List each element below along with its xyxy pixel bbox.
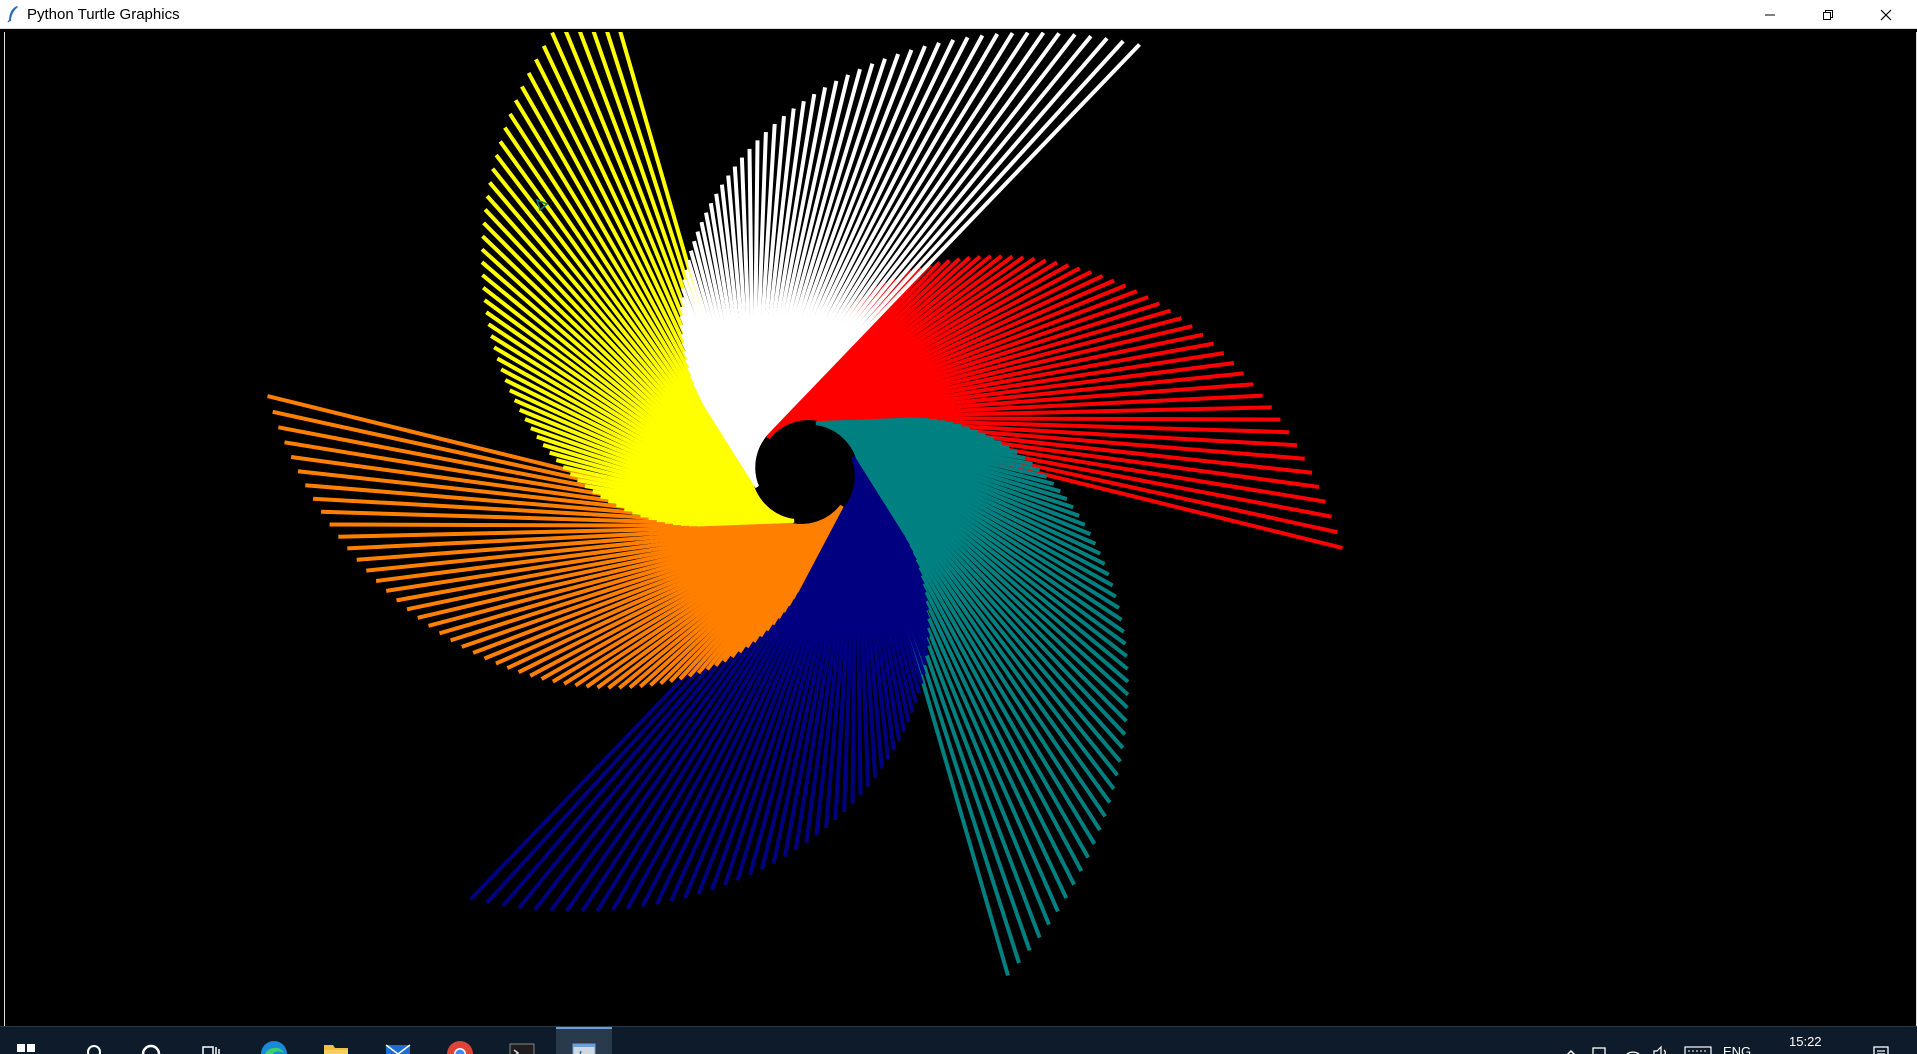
wifi-icon: [1626, 1051, 1640, 1054]
python-turtle-app-icon: [572, 1043, 596, 1054]
restore-icon: [1823, 9, 1833, 20]
chrome-taskbar-button[interactable]: [438, 1027, 482, 1054]
action-center-button[interactable]: [1866, 1027, 1896, 1054]
network-tray-button[interactable]: [1588, 1027, 1610, 1054]
search-icon: [87, 1045, 101, 1054]
edge-browser-icon: [261, 1041, 287, 1054]
wifi-tray-button[interactable]: [1622, 1027, 1644, 1054]
touch-keyboard-button[interactable]: [1682, 1027, 1714, 1054]
close-icon: [1880, 9, 1892, 20]
edge-taskbar-button[interactable]: [252, 1027, 296, 1054]
chevron-up-icon: [1566, 1049, 1576, 1054]
volume-icon: [1653, 1045, 1666, 1054]
task-view-button[interactable]: [191, 1027, 231, 1054]
file-explorer-icon: [324, 1045, 348, 1054]
turtle-canvas-area[interactable]: [4, 32, 1917, 1026]
turtle-drawing: [5, 32, 1916, 1026]
minimize-button[interactable]: [1741, 0, 1799, 29]
title-bar[interactable]: Python Turtle Graphics: [0, 0, 1917, 29]
windows-start-icon: [17, 1044, 35, 1052]
keyboard-icon: [1684, 1046, 1712, 1054]
search-button[interactable]: [74, 1027, 114, 1054]
minimize-icon: [1765, 14, 1775, 15]
close-button[interactable]: [1857, 0, 1915, 29]
start-button[interactable]: [0, 1027, 52, 1054]
python-feather-icon: [7, 6, 18, 23]
notifications-icon: [1873, 1046, 1889, 1054]
python-turtle-taskbar-button[interactable]: [556, 1027, 612, 1054]
mail-taskbar-button[interactable]: [376, 1027, 420, 1054]
taskbar: ENG 15:22: [0, 1026, 1917, 1054]
active-app-indicator: [556, 1027, 612, 1029]
network-icon: [1592, 1047, 1606, 1054]
task-view-icon: [202, 1046, 220, 1054]
file-explorer-taskbar-button[interactable]: [314, 1027, 358, 1054]
show-hidden-icons-button[interactable]: [1560, 1027, 1582, 1054]
mail-icon: [385, 1044, 411, 1054]
cortana-icon: [141, 1044, 161, 1054]
terminal-taskbar-button[interactable]: [500, 1027, 544, 1054]
volume-tray-button[interactable]: [1650, 1027, 1672, 1054]
clock-time[interactable]: 15:22: [1789, 1034, 1822, 1049]
chrome-icon: [447, 1041, 473, 1054]
maximize-button[interactable]: [1799, 0, 1857, 29]
language-indicator[interactable]: ENG: [1723, 1044, 1751, 1054]
terminal-icon: [509, 1043, 535, 1054]
cortana-button[interactable]: [131, 1027, 171, 1054]
window-title: Python Turtle Graphics: [27, 6, 180, 23]
